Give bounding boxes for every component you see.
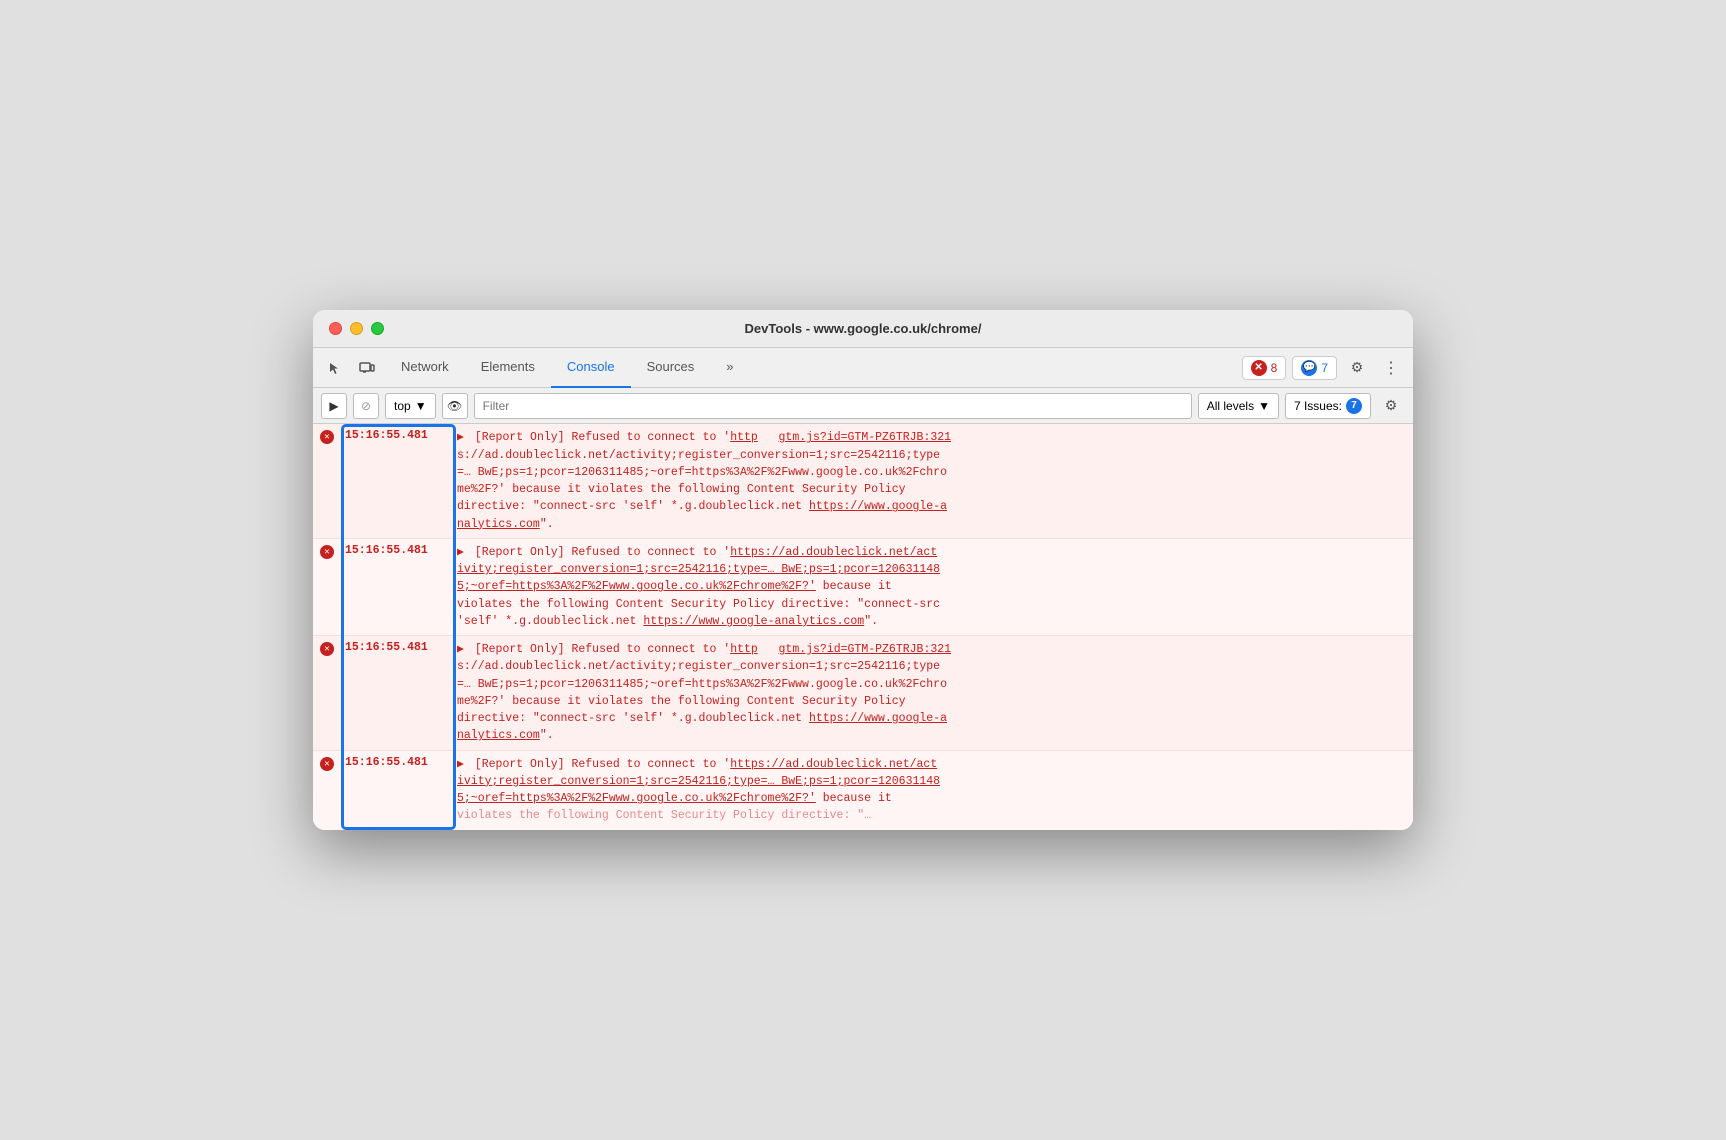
source-link-2[interactable]: https://ad.doubleclick.net/act: [730, 546, 937, 559]
close-button[interactable]: [329, 322, 342, 335]
error-icon-col: ✕: [313, 751, 341, 830]
dropdown-arrow-icon: ▼: [415, 399, 427, 413]
tab-sources[interactable]: Sources: [631, 348, 711, 388]
source-link-4[interactable]: https://ad.doubleclick.net/act: [730, 758, 937, 771]
titlebar: DevTools - www.google.co.uk/chrome/: [313, 310, 1413, 348]
cursor-icon-btn[interactable]: [321, 354, 349, 382]
source-link-4c[interactable]: 5;~oref=https%3A%2F%2Fwww.google.co.uk%2…: [457, 792, 816, 805]
settings-button[interactable]: ⚙: [1343, 354, 1371, 382]
stop-button[interactable]: ⊘: [353, 393, 379, 419]
log-entry: ✕ 15:16:55.481 ▶ [Report Only] Refused t…: [313, 424, 1413, 539]
file-link-3[interactable]: gtm.js?id=GTM-PZ6TRJB:321: [779, 643, 952, 656]
levels-dropdown[interactable]: All levels ▼: [1198, 393, 1279, 419]
error-badge-btn[interactable]: ✕ 8: [1242, 356, 1287, 380]
play-icon: ▶: [329, 399, 338, 413]
main-toolbar: Network Elements Console Sources » ✕ 8 💬: [313, 348, 1413, 388]
more-button[interactable]: ⋮: [1377, 354, 1405, 382]
error-icon-col: ✕: [313, 636, 341, 750]
maximize-button[interactable]: [371, 322, 384, 335]
eye-icon: 👁: [447, 399, 462, 413]
log-message: ▶ [Report Only] Refused to connect to 'h…: [451, 636, 1413, 750]
filter-input[interactable]: [474, 393, 1192, 419]
error-circle-icon: ✕: [320, 642, 334, 656]
source-link-2c[interactable]: 5;~oref=https%3A%2F%2Fwww.google.co.uk%2…: [457, 580, 816, 593]
device-icon-btn[interactable]: [353, 354, 381, 382]
toolbar-right: ✕ 8 💬 7 ⚙ ⋮: [1242, 354, 1405, 382]
error-icon: ✕: [1251, 360, 1267, 376]
tab-more[interactable]: »: [710, 348, 749, 388]
analytics-link-3[interactable]: https://www.google-a: [809, 712, 947, 725]
expand-arrow-icon[interactable]: ▶: [457, 429, 464, 446]
source-link-3[interactable]: http: [730, 643, 758, 656]
error-circle-icon: ✕: [320, 430, 334, 444]
cursor-icon: [328, 361, 342, 375]
traffic-lights: [329, 322, 384, 335]
console-output: ✕ 15:16:55.481 ▶ [Report Only] Refused t…: [313, 424, 1413, 829]
more-icon: ⋮: [1383, 358, 1399, 378]
source-link-2b[interactable]: ivity;register_conversion=1;src=2542116;…: [457, 563, 940, 576]
device-icon: [359, 361, 375, 375]
issues-count-icon: 7: [1346, 398, 1362, 414]
console-gear-icon: ⚙: [1385, 397, 1398, 414]
info-badge-btn[interactable]: 💬 7: [1292, 356, 1337, 380]
error-icon-col: ✕: [313, 424, 341, 538]
console-toolbar: ▶ ⊘ top ▼ 👁 All levels ▼ 7 Issues: 7 ⚙: [313, 388, 1413, 424]
log-entry: ✕ 15:16:55.481 ▶ [Report Only] Refused t…: [313, 751, 1413, 830]
source-link[interactable]: http: [730, 431, 758, 444]
timestamp: 15:16:55.481: [341, 539, 451, 635]
context-dropdown[interactable]: top ▼: [385, 393, 436, 419]
log-entry: ✕ 15:16:55.481 ▶ [Report Only] Refused t…: [313, 636, 1413, 751]
analytics-link-3b[interactable]: nalytics.com: [457, 729, 540, 742]
timestamp: 15:16:55.481: [341, 751, 451, 830]
source-link-4b[interactable]: ivity;register_conversion=1;src=2542116;…: [457, 775, 940, 788]
devtools-window: DevTools - www.google.co.uk/chrome/ Netw…: [313, 310, 1413, 829]
gear-icon: ⚙: [1351, 359, 1364, 376]
error-circle-icon: ✕: [320, 545, 334, 559]
timestamp: 15:16:55.481: [341, 424, 451, 538]
expand-arrow-icon[interactable]: ▶: [457, 544, 464, 561]
tab-elements[interactable]: Elements: [465, 348, 551, 388]
error-icon-col: ✕: [313, 539, 341, 635]
tab-console[interactable]: Console: [551, 348, 631, 388]
timestamp: 15:16:55.481: [341, 636, 451, 750]
window-title: DevTools - www.google.co.uk/chrome/: [745, 321, 982, 336]
analytics-link-1b[interactable]: nalytics.com: [457, 518, 540, 531]
file-link[interactable]: gtm.js?id=GTM-PZ6TRJB:321: [779, 431, 952, 444]
stop-icon: ⊘: [361, 399, 371, 413]
analytics-link-2[interactable]: https://www.google-analytics.com: [643, 615, 864, 628]
info-icon: 💬: [1301, 360, 1317, 376]
tab-network[interactable]: Network: [385, 348, 465, 388]
analytics-link-1[interactable]: https://www.google-a: [809, 500, 947, 513]
log-message: ▶ [Report Only] Refused to connect to 'h…: [451, 539, 1413, 635]
log-message: ▶ [Report Only] Refused to connect to 'h…: [451, 751, 1413, 830]
play-button[interactable]: ▶: [321, 393, 347, 419]
levels-dropdown-arrow: ▼: [1258, 399, 1270, 413]
expand-arrow-icon[interactable]: ▶: [457, 756, 464, 773]
expand-arrow-icon[interactable]: ▶: [457, 641, 464, 658]
console-settings-button[interactable]: ⚙: [1377, 392, 1405, 420]
error-circle-icon: ✕: [320, 757, 334, 771]
eye-button[interactable]: 👁: [442, 393, 468, 419]
log-message: ▶ [Report Only] Refused to connect to 'h…: [451, 424, 1413, 538]
tab-bar: Network Elements Console Sources »: [385, 348, 1238, 388]
log-entry: ✕ 15:16:55.481 ▶ [Report Only] Refused t…: [313, 539, 1413, 636]
minimize-button[interactable]: [350, 322, 363, 335]
issues-button[interactable]: 7 Issues: 7: [1285, 393, 1371, 419]
